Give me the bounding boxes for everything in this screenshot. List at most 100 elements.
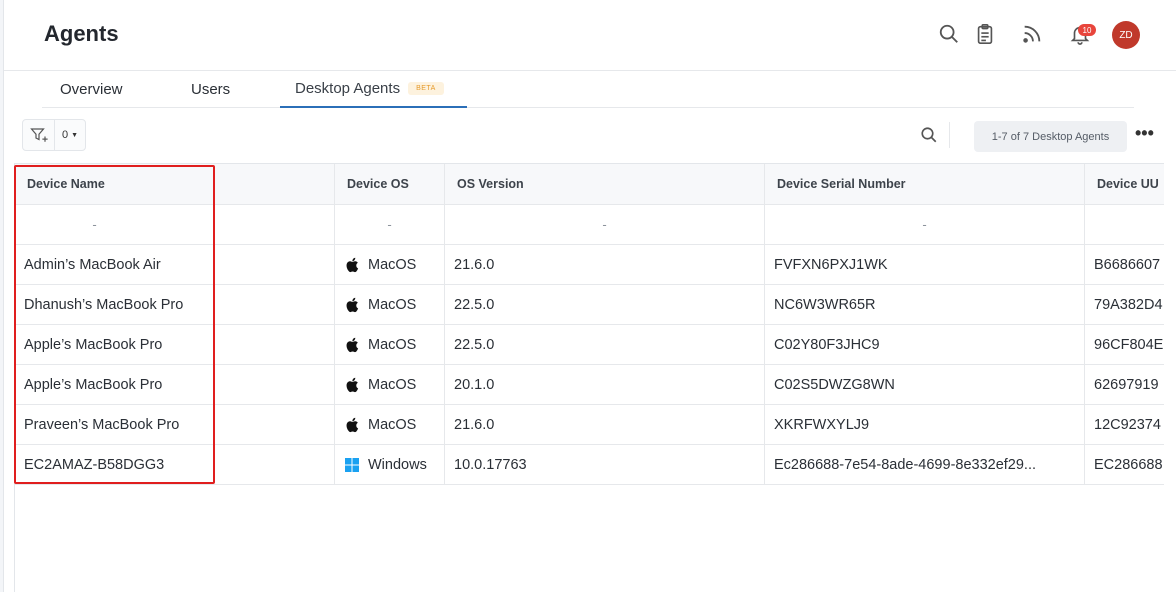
- more-options-icon[interactable]: •••: [1135, 124, 1154, 142]
- windows-icon: [344, 457, 360, 473]
- user-avatar[interactable]: ZD: [1112, 21, 1140, 49]
- device-uuid-cell: 96CF804E: [1085, 325, 1164, 364]
- apple-icon: [344, 337, 360, 353]
- rss-feed-icon[interactable]: [1020, 22, 1044, 46]
- serial-number-cell: FVFXN6PXJ1WK: [765, 245, 1085, 284]
- serial-number-cell: NC6W3WR65R: [765, 285, 1085, 324]
- tab-users[interactable]: Users: [191, 71, 230, 108]
- table-row[interactable]: Dhanush’s MacBook Pro MacOS 22.5.0 NC6W3…: [15, 285, 1164, 325]
- device-uuid: B6686607: [1094, 256, 1161, 273]
- filter-control: 0 ▼: [22, 119, 86, 151]
- table-header-row: Device Name Device OS OS Version Device …: [15, 164, 1164, 205]
- apple-icon: [344, 377, 360, 393]
- apple-icon: [344, 257, 360, 273]
- device-uuid-cell: [1085, 205, 1164, 244]
- table-row[interactable]: Admin’s MacBook Air MacOS 21.6.0 FVFXN6P…: [15, 245, 1164, 285]
- device-name-cell: Admin’s MacBook Air: [15, 245, 335, 284]
- device-name: EC2AMAZ-B58DGG3: [24, 456, 165, 473]
- filter-count-dropdown[interactable]: 0 ▼: [55, 129, 85, 141]
- device-name: -: [92, 217, 97, 232]
- record-count: 1-7 of 7 Desktop Agents: [974, 121, 1127, 152]
- beta-badge: BETA: [408, 82, 444, 95]
- tab-overview[interactable]: Overview: [60, 71, 123, 108]
- device-os-cell: MacOS: [335, 405, 445, 444]
- device-uuid: EC286688: [1094, 456, 1163, 473]
- device-os: MacOS: [368, 336, 417, 353]
- device-name: Dhanush’s MacBook Pro: [24, 296, 184, 313]
- os-version: 22.5.0: [454, 296, 495, 313]
- device-name-cell: EC2AMAZ-B58DGG3: [15, 445, 335, 484]
- device-uuid-cell: B6686607: [1085, 245, 1164, 284]
- table-row[interactable]: Apple’s MacBook Pro MacOS 20.1.0 C02S5DW…: [15, 365, 1164, 405]
- column-header-device-os[interactable]: Device OS: [335, 164, 445, 204]
- device-uuid-cell: 79A382D4: [1085, 285, 1164, 324]
- column-header-device-name[interactable]: Device Name: [15, 164, 335, 204]
- device-uuid-cell: 62697919: [1085, 365, 1164, 404]
- clipboard-icon[interactable]: [973, 22, 997, 46]
- agents-tabs: Overview Users Desktop Agents BETA: [42, 71, 1134, 108]
- device-name: Praveen’s MacBook Pro: [24, 416, 180, 433]
- serial-number: C02Y80F3JHC9: [774, 336, 880, 353]
- serial-number: C02S5DWZG8WN: [774, 376, 895, 393]
- device-os: MacOS: [368, 296, 417, 313]
- table-search-icon[interactable]: [918, 124, 940, 146]
- table-row[interactable]: - - - -: [15, 205, 1164, 245]
- toolbar-divider: [949, 122, 950, 148]
- add-filter-icon[interactable]: [23, 120, 55, 150]
- device-os-cell: MacOS: [335, 245, 445, 284]
- device-name: Admin’s MacBook Air: [24, 256, 161, 273]
- os-version: 21.6.0: [454, 256, 495, 273]
- os-version-cell: -: [445, 205, 765, 244]
- device-name: Apple’s MacBook Pro: [24, 376, 163, 393]
- device-uuid: 79A382D4: [1094, 296, 1163, 313]
- device-name-cell: -: [15, 205, 335, 244]
- device-uuid-cell: 12C92374: [1085, 405, 1164, 444]
- device-os: MacOS: [368, 416, 417, 433]
- tab-label: Overview: [60, 81, 123, 98]
- device-name-cell: Apple’s MacBook Pro: [15, 365, 335, 404]
- table-row[interactable]: Praveen’s MacBook Pro MacOS 21.6.0 XKRFW…: [15, 405, 1164, 445]
- column-header-device-uuid[interactable]: Device UU: [1085, 164, 1164, 204]
- os-version: 21.6.0: [454, 416, 495, 433]
- agents-app: Agents 10 ZD Overview Users Desktop Agen…: [3, 0, 1176, 592]
- table-row[interactable]: Apple’s MacBook Pro MacOS 22.5.0 C02Y80F…: [15, 325, 1164, 365]
- serial-number-cell: -: [765, 205, 1085, 244]
- device-os-cell: Windows: [335, 445, 445, 484]
- os-version-cell: 22.5.0: [445, 325, 765, 364]
- device-os: MacOS: [368, 256, 417, 273]
- device-name: Apple’s MacBook Pro: [24, 336, 163, 353]
- column-header-os-version[interactable]: OS Version: [445, 164, 765, 204]
- page-title: Agents: [44, 21, 119, 46]
- os-version: 10.0.17763: [454, 456, 527, 473]
- device-name-cell: Praveen’s MacBook Pro: [15, 405, 335, 444]
- serial-number: FVFXN6PXJ1WK: [774, 256, 888, 273]
- os-version-cell: 21.6.0: [445, 245, 765, 284]
- os-version-cell: 21.6.0: [445, 405, 765, 444]
- tab-label: Desktop Agents: [295, 80, 401, 97]
- search-icon[interactable]: [937, 22, 961, 46]
- apple-icon: [344, 417, 360, 433]
- serial-number: NC6W3WR65R: [774, 296, 876, 313]
- tab-desktop-agents[interactable]: Desktop Agents BETA: [280, 71, 467, 108]
- device-os: -: [387, 217, 392, 232]
- notification-count-badge: 10: [1078, 24, 1096, 36]
- device-os-cell: MacOS: [335, 325, 445, 364]
- serial-number-cell: C02S5DWZG8WN: [765, 365, 1085, 404]
- serial-number: Ec286688-7e54-8ade-4699-8e332ef29...: [774, 456, 1037, 473]
- device-uuid-cell: EC286688: [1085, 445, 1164, 484]
- filter-count: 0: [61, 129, 69, 141]
- device-os: MacOS: [368, 376, 417, 393]
- device-uuid: 62697919: [1094, 376, 1159, 393]
- device-uuid: 12C92374: [1094, 416, 1161, 433]
- device-os-cell: -: [335, 205, 445, 244]
- device-name-cell: Apple’s MacBook Pro: [15, 325, 335, 364]
- os-version: 20.1.0: [454, 376, 495, 393]
- column-header-serial-number[interactable]: Device Serial Number: [765, 164, 1085, 204]
- device-name-cell: Dhanush’s MacBook Pro: [15, 285, 335, 324]
- table-row[interactable]: EC2AMAZ-B58DGG3 Windows 10.0.17763 Ec286…: [15, 445, 1164, 485]
- serial-number: XKRFWXYLJ9: [774, 416, 870, 433]
- agents-table: Device Name Device OS OS Version Device …: [14, 163, 1164, 592]
- os-version-cell: 10.0.17763: [445, 445, 765, 484]
- device-os-cell: MacOS: [335, 285, 445, 324]
- apple-icon: [344, 297, 360, 313]
